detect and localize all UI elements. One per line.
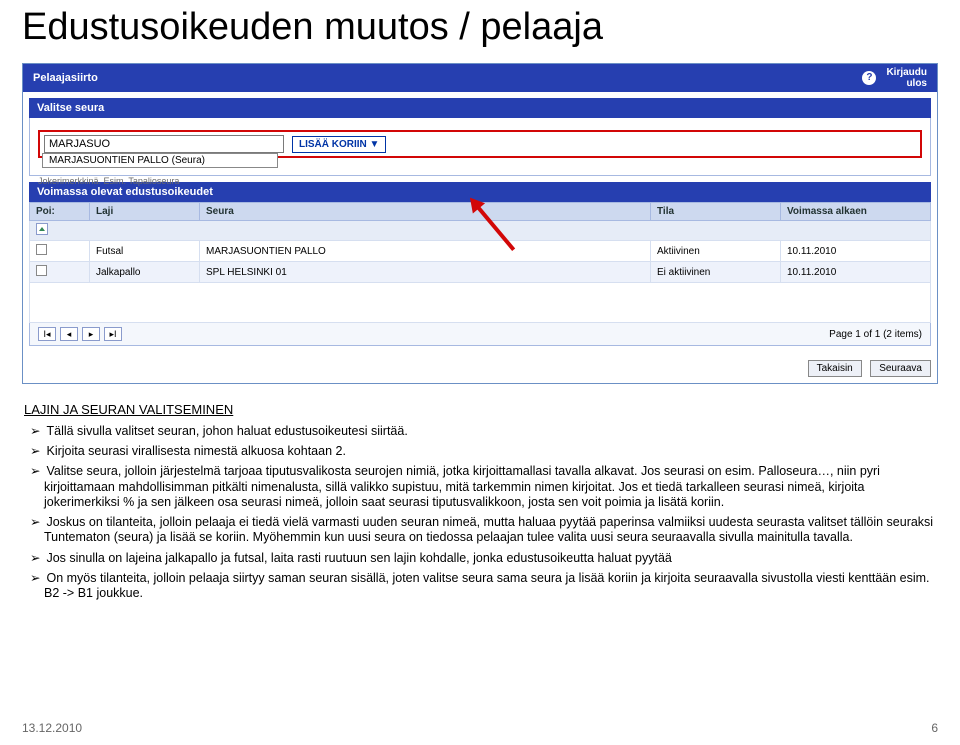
section-title: LAJIN JA SEURAN VALITSEMINEN xyxy=(24,402,936,418)
slide-footer: 13.12.2010 6 xyxy=(22,721,938,735)
col-laji[interactable]: Laji xyxy=(90,203,200,221)
col-tila[interactable]: Tila xyxy=(651,203,781,221)
cell-tila: Aktiivinen xyxy=(651,241,781,262)
cell-alkaen: 10.11.2010 xyxy=(781,262,931,283)
row-checkbox[interactable] xyxy=(36,244,47,255)
hint-text: Jokerimerkkinä. Esim. Tapalioseura xyxy=(38,176,922,186)
logout-link[interactable]: Kirjaudu ulos xyxy=(886,67,927,89)
body-text: LAJIN JA SEURAN VALITSEMINEN Tällä sivul… xyxy=(24,402,936,601)
cell-laji: Futsal xyxy=(90,241,200,262)
pager: I◂ ◂ ▸ ▸I Page 1 of 1 (2 items) xyxy=(29,323,931,346)
page-info: Page 1 of 1 (2 items) xyxy=(829,329,922,340)
footer-date: 13.12.2010 xyxy=(22,721,82,735)
app-topbar: Pelaajasiirto ? Kirjaudu ulos xyxy=(23,64,937,92)
bullet-item: Valitse seura, jolloin järjestelmä tarjo… xyxy=(24,464,936,510)
table-row xyxy=(30,283,931,323)
col-seura[interactable]: Seura xyxy=(200,203,651,221)
logout-text1: Kirjaudu xyxy=(886,67,927,78)
sort-row xyxy=(30,221,931,241)
slide-title: Edustusoikeuden muutos / pelaaja xyxy=(22,6,938,49)
bullet-item: On myös tilanteita, jolloin pelaaja siir… xyxy=(24,571,936,602)
bullet-item: Joskus on tilanteita, jolloin pelaaja ei… xyxy=(24,515,936,546)
add-to-cart-button[interactable]: LISÄÄ KORIIN ▼ xyxy=(292,136,386,153)
app-screenshot: Pelaajasiirto ? Kirjaudu ulos Valitse se… xyxy=(22,63,938,384)
table-row: Futsal MARJASUONTIEN PALLO Aktiivinen 10… xyxy=(30,241,931,262)
first-page-icon[interactable]: I◂ xyxy=(38,327,56,341)
cell-seura: SPL HELSINKI 01 xyxy=(200,262,651,283)
panel-select-header: Valitse seura xyxy=(29,98,931,118)
col-alkaen[interactable]: Voimassa alkaen xyxy=(781,203,931,221)
bullet-item: Kirjoita seurasi virallisesta nimestä al… xyxy=(24,444,936,459)
bullet-item: Jos sinulla on lajeina jalkapallo ja fut… xyxy=(24,551,936,566)
col-poi[interactable]: Poi: xyxy=(30,203,90,221)
back-button[interactable]: Takaisin xyxy=(808,360,862,377)
cell-alkaen: 10.11.2010 xyxy=(781,241,931,262)
bullet-item: Tällä sivulla valitset seuran, johon hal… xyxy=(24,424,936,439)
rights-table: Poi: Laji Seura Tila Voimassa alkaen Fut… xyxy=(29,202,931,323)
cell-laji: Jalkapallo xyxy=(90,262,200,283)
table-row: Jalkapallo SPL HELSINKI 01 Ei aktiivinen… xyxy=(30,262,931,283)
cell-seura: MARJASUONTIEN PALLO xyxy=(200,241,651,262)
seura-input[interactable] xyxy=(44,135,284,153)
next-page-icon[interactable]: ▸ xyxy=(82,327,100,341)
cell-tila: Ei aktiivinen xyxy=(651,262,781,283)
next-button[interactable]: Seuraava xyxy=(870,360,931,377)
sort-icon[interactable] xyxy=(36,223,48,235)
footer-page: 6 xyxy=(931,721,938,735)
breadcrumb: Pelaajasiirto xyxy=(33,72,98,84)
row-checkbox[interactable] xyxy=(36,265,47,276)
last-page-icon[interactable]: ▸I xyxy=(104,327,122,341)
seura-dropdown-option[interactable]: MARJASUONTIEN PALLO (Seura) xyxy=(42,153,278,168)
logout-text2: ulos xyxy=(906,78,927,89)
prev-page-icon[interactable]: ◂ xyxy=(60,327,78,341)
help-icon[interactable]: ? xyxy=(862,71,876,85)
